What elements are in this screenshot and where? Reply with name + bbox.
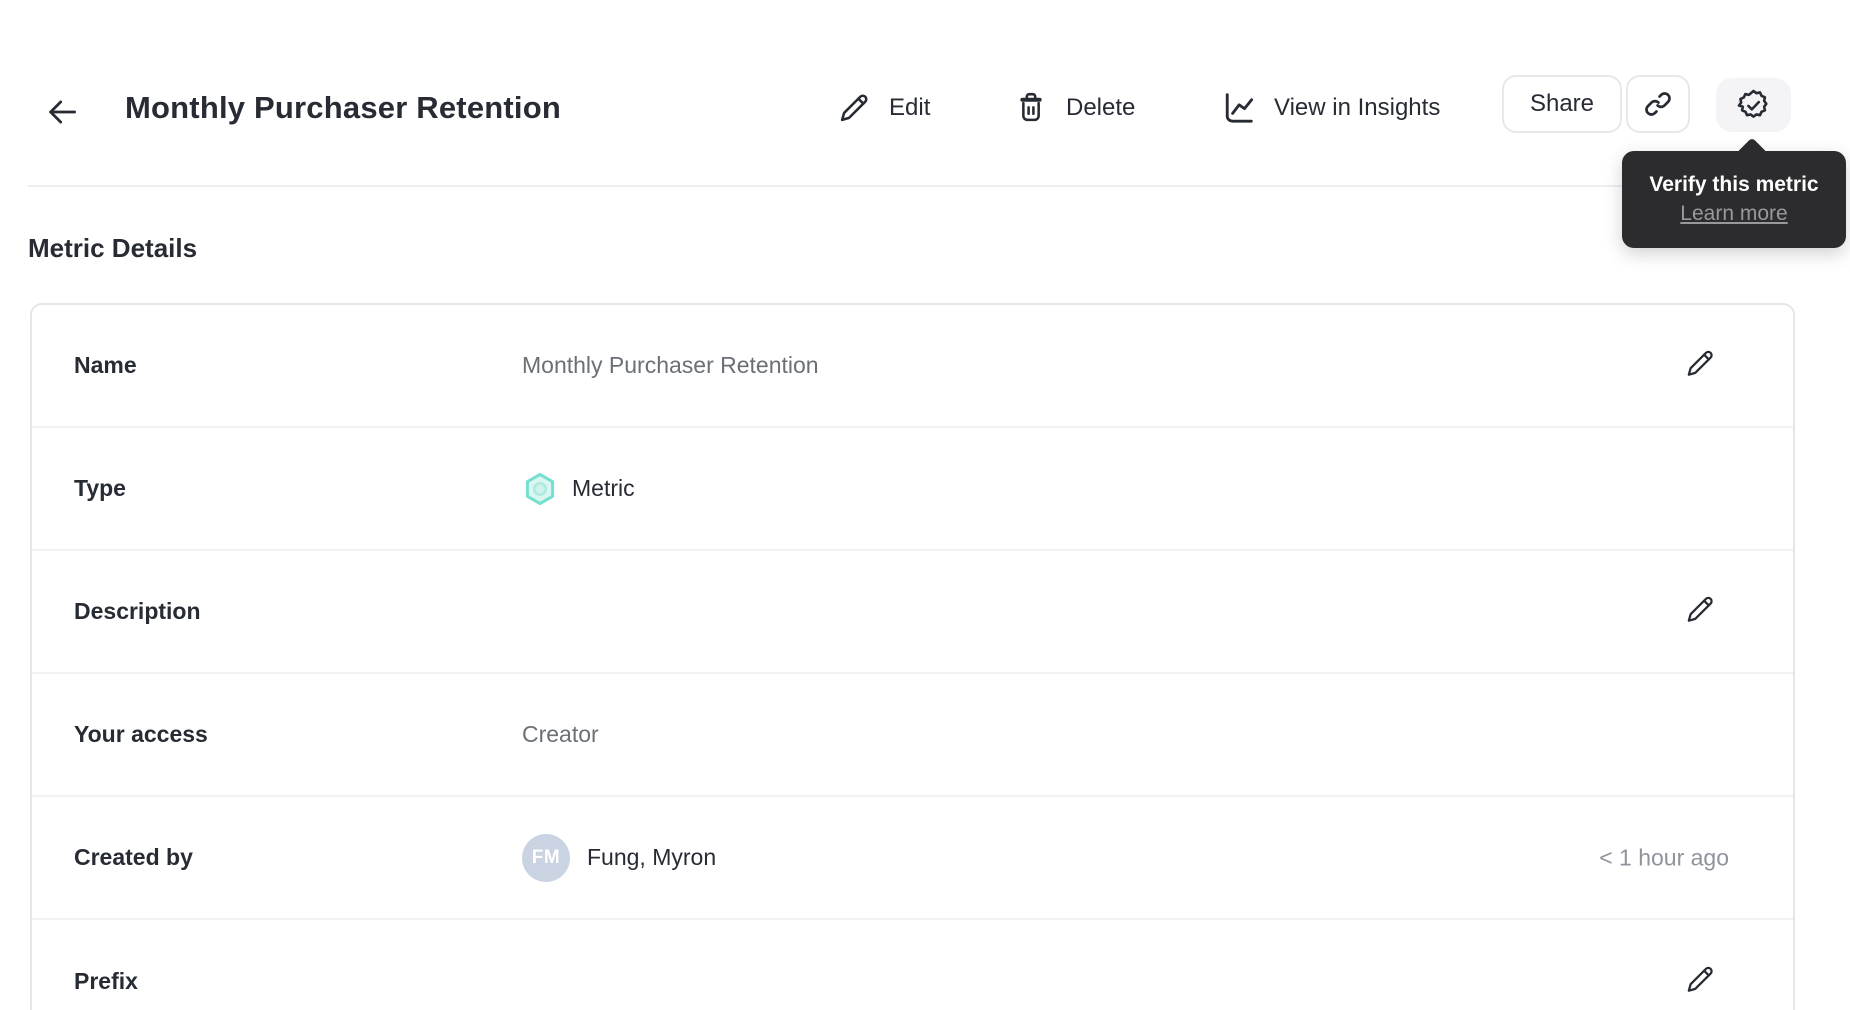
- share-button-label: Share: [1529, 90, 1595, 117]
- created-timestamp: < 1 hour ago: [1599, 844, 1729, 870]
- view-in-insights-button[interactable]: View in Insights: [1219, 84, 1440, 132]
- edit-name-button[interactable]: [1683, 346, 1717, 385]
- link-icon: [1641, 87, 1675, 121]
- view-in-insights-label: View in Insights: [1274, 94, 1441, 121]
- page-title: Monthly Purchaser Retention: [125, 90, 562, 125]
- row-description-label: Description: [74, 598, 201, 624]
- row-name: Name Monthly Purchaser Retention: [32, 305, 1793, 428]
- delete-button-label: Delete: [1066, 94, 1136, 121]
- edit-prefix-button[interactable]: [1683, 962, 1717, 1001]
- row-your-access-label: Your access: [74, 721, 208, 747]
- metric-details-page: Monthly Purchaser Retention Edit Delete: [0, 0, 1850, 1010]
- row-type-label: Type: [74, 475, 126, 501]
- line-chart-icon: [1219, 89, 1257, 127]
- row-name-label: Name: [74, 352, 137, 378]
- avatar: FM: [522, 833, 570, 882]
- verified-badge-icon: [1735, 87, 1772, 124]
- verify-metric-button[interactable]: [1716, 78, 1791, 132]
- pencil-icon: [1683, 592, 1717, 626]
- back-arrow-icon: [43, 93, 81, 131]
- pencil-icon: [836, 90, 872, 126]
- row-description: Description: [32, 551, 1793, 674]
- edit-button-label: Edit: [889, 94, 931, 121]
- row-created-by-label: Created by: [74, 844, 193, 870]
- delete-button[interactable]: Delete: [1013, 84, 1135, 132]
- tooltip-arrow: [1736, 137, 1768, 169]
- metric-details-card: Name Monthly Purchaser Retention Type Me…: [30, 303, 1795, 1010]
- copy-link-button[interactable]: [1626, 75, 1690, 133]
- metric-hexagon-icon: [522, 471, 558, 507]
- verify-metric-tooltip: Verify this metric Learn more: [1622, 137, 1846, 248]
- row-type: Type Metric: [32, 428, 1793, 551]
- row-your-access-value: Creator: [522, 721, 599, 747]
- edit-description-button[interactable]: [1683, 592, 1717, 631]
- row-created-by-value: Fung, Myron: [587, 844, 717, 870]
- trash-icon: [1013, 90, 1049, 126]
- pencil-icon: [1683, 962, 1717, 996]
- header-divider: [28, 185, 1822, 187]
- tooltip-title: Verify this metric: [1649, 173, 1819, 196]
- row-type-value: Metric: [572, 475, 635, 501]
- edit-button[interactable]: Edit: [836, 84, 930, 132]
- row-prefix: Prefix: [32, 920, 1793, 1010]
- share-button[interactable]: Share: [1502, 75, 1622, 133]
- row-your-access: Your access Creator: [32, 674, 1793, 797]
- back-button[interactable]: [42, 92, 82, 132]
- row-name-value: Monthly Purchaser Retention: [522, 352, 819, 378]
- row-created-by: Created by FM Fung, Myron < 1 hour ago: [32, 797, 1793, 920]
- pencil-icon: [1683, 346, 1717, 380]
- section-heading: Metric Details: [28, 233, 198, 263]
- row-prefix-label: Prefix: [74, 968, 138, 994]
- tooltip-learn-more-link[interactable]: Learn more: [1680, 202, 1787, 226]
